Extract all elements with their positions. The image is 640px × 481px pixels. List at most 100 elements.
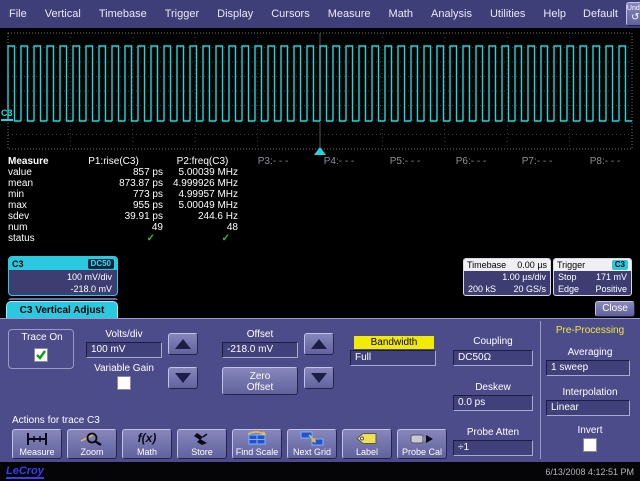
p2-mean: 4.999926 MHz — [165, 178, 240, 189]
p1-header[interactable]: P1:rise(C3) — [62, 156, 165, 167]
dialog-tabstrip: C3 Vertical Adjust Close — [0, 300, 640, 318]
preprocessing-divider — [540, 321, 541, 459]
menu-math[interactable]: Math — [380, 8, 422, 20]
math-action-button[interactable]: f(x) Math — [122, 429, 172, 459]
offset-field[interactable]: -218.0 mV — [222, 342, 298, 358]
p1-sdev: 39.91 ps — [62, 211, 165, 222]
menu-timebase[interactable]: Timebase — [90, 8, 156, 20]
p3-header[interactable]: P3:- - - — [240, 156, 306, 167]
measure-action-button[interactable]: Measure — [12, 429, 62, 459]
measure-title: Measure — [0, 156, 62, 167]
measure-row-mean: mean 873.87 ps 4.999926 MHz — [0, 178, 640, 189]
row-label-sdev: sdev — [0, 211, 62, 222]
coupling-label: Coupling — [453, 336, 533, 347]
probe-cal-icon — [398, 431, 446, 447]
trigger-title: Trigger — [557, 259, 585, 271]
store-icon — [178, 431, 226, 447]
datetime-display: 6/13/2008 4:12:51 PM — [545, 467, 634, 477]
p5-header[interactable]: P5:- - - — [372, 156, 438, 167]
probe-atten-field[interactable]: ÷1 — [453, 440, 533, 456]
row-label-min: min — [0, 189, 62, 200]
timebase-title: Timebase — [467, 259, 506, 271]
p2-status-check-icon: ✓ — [165, 233, 240, 244]
p6-header[interactable]: P6:- - - — [438, 156, 504, 167]
measure-action-label: Measure — [13, 447, 61, 458]
menu-cursors[interactable]: Cursors — [262, 8, 319, 20]
measure-row-max: max 955 ps 5.00049 MHz — [0, 200, 640, 211]
down-arrow-icon — [175, 373, 191, 383]
offset-label: Offset — [222, 329, 298, 340]
volts-div-down-button[interactable] — [168, 367, 198, 389]
trigger-type: Edge — [558, 283, 579, 295]
label-tag-icon — [343, 431, 391, 447]
up-arrow-icon — [175, 339, 191, 349]
find-scale-icon — [233, 431, 281, 447]
p2-num: 48 — [165, 222, 240, 233]
trace-on-label: Trace On — [9, 332, 75, 343]
status-bar: LeCroy 6/13/2008 4:12:51 PM — [0, 462, 640, 481]
trigger-mode: Stop — [558, 271, 577, 283]
tab-c3-vertical-adjust[interactable]: C3 Vertical Adjust — [6, 301, 118, 318]
menu-trigger[interactable]: Trigger — [156, 8, 208, 20]
volts-div-up-button[interactable] — [168, 333, 198, 355]
timebase-descriptor[interactable]: Timebase 0.00 µs 1.00 µs/div 200 kS 20 G… — [463, 258, 551, 296]
interpolation-field[interactable]: Linear — [546, 400, 630, 416]
math-fx-icon: f(x) — [123, 431, 171, 447]
volts-div-label: Volts/div — [86, 329, 162, 340]
menu-bar: File Vertical Timebase Trigger Display C… — [0, 0, 640, 28]
probe-cal-action-button[interactable]: Probe Cal — [397, 429, 447, 459]
measure-row-min: min 773 ps 4.99957 MHz — [0, 189, 640, 200]
p1-min: 773 ps — [62, 189, 165, 200]
p2-header[interactable]: P2:freq(C3) — [165, 156, 240, 167]
row-label-value: value — [0, 167, 62, 178]
next-grid-action-label: Next Grid — [288, 447, 336, 458]
undo-button[interactable]: Undo ↺ — [626, 2, 640, 26]
channel-scale: 100 mV/div — [14, 271, 112, 283]
p7-header[interactable]: P7:- - - — [504, 156, 570, 167]
deskew-field[interactable]: 0.0 ps — [453, 395, 533, 411]
trace-on-checkbox[interactable] — [34, 348, 48, 362]
variable-gain-label: Variable Gain — [86, 363, 162, 374]
next-grid-action-button[interactable]: Next Grid — [287, 429, 337, 459]
p1-status-check-icon: ✓ — [62, 233, 165, 244]
measure-row-status: status ✓ ✓ — [0, 233, 640, 244]
row-label-num: num — [0, 222, 62, 233]
p2-min: 4.99957 MHz — [165, 189, 240, 200]
variable-gain-checkbox[interactable] — [117, 376, 131, 390]
store-action-button[interactable]: Store — [177, 429, 227, 459]
menu-display[interactable]: Display — [208, 8, 262, 20]
p8-header[interactable]: P8:- - - — [570, 156, 640, 167]
offset-up-button[interactable] — [304, 333, 334, 355]
default-setup-label[interactable]: Default — [575, 8, 626, 20]
volts-div-field[interactable]: 100 mV — [86, 342, 162, 358]
close-button[interactable]: Close — [595, 301, 635, 317]
bandwidth-field[interactable]: Full — [350, 350, 436, 366]
invert-checkbox[interactable] — [583, 438, 597, 452]
p4-header[interactable]: P4:- - - — [306, 156, 372, 167]
undo-icon: ↺ — [627, 13, 640, 23]
menu-vertical[interactable]: Vertical — [36, 8, 90, 20]
averaging-field[interactable]: 1 sweep — [546, 360, 630, 376]
menu-measure[interactable]: Measure — [319, 8, 380, 20]
coupling-field[interactable]: DC50Ω — [453, 350, 533, 366]
label-action-button[interactable]: Label — [342, 429, 392, 459]
p2-max: 5.00049 MHz — [165, 200, 240, 211]
zero-offset-label-line1: Zero — [223, 371, 297, 382]
zoom-action-button[interactable]: Zoom — [67, 429, 117, 459]
check-icon — [35, 349, 47, 361]
menu-analysis[interactable]: Analysis — [422, 8, 481, 20]
trigger-descriptor[interactable]: Trigger C3 Stop 171 mV Edge Positive — [553, 258, 632, 296]
channel-c3-descriptor[interactable]: C3 DC50 100 mV/div -218.0 mV — [8, 256, 118, 296]
zoom-icon — [68, 431, 116, 447]
menu-utilities[interactable]: Utilities — [481, 8, 534, 20]
menu-help[interactable]: Help — [534, 8, 575, 20]
zero-offset-label-line2: Offset — [223, 382, 297, 393]
menu-file[interactable]: File — [0, 8, 36, 20]
measure-icon — [13, 431, 61, 447]
channel-position-marker[interactable]: C3 — [1, 109, 13, 121]
measure-row-value: value 857 ps 5.00039 MHz — [0, 167, 640, 178]
trigger-slope: Positive — [595, 283, 627, 295]
find-scale-action-button[interactable]: Find Scale — [232, 429, 282, 459]
zero-offset-button[interactable]: Zero Offset — [222, 367, 298, 395]
offset-down-button[interactable] — [304, 367, 334, 389]
